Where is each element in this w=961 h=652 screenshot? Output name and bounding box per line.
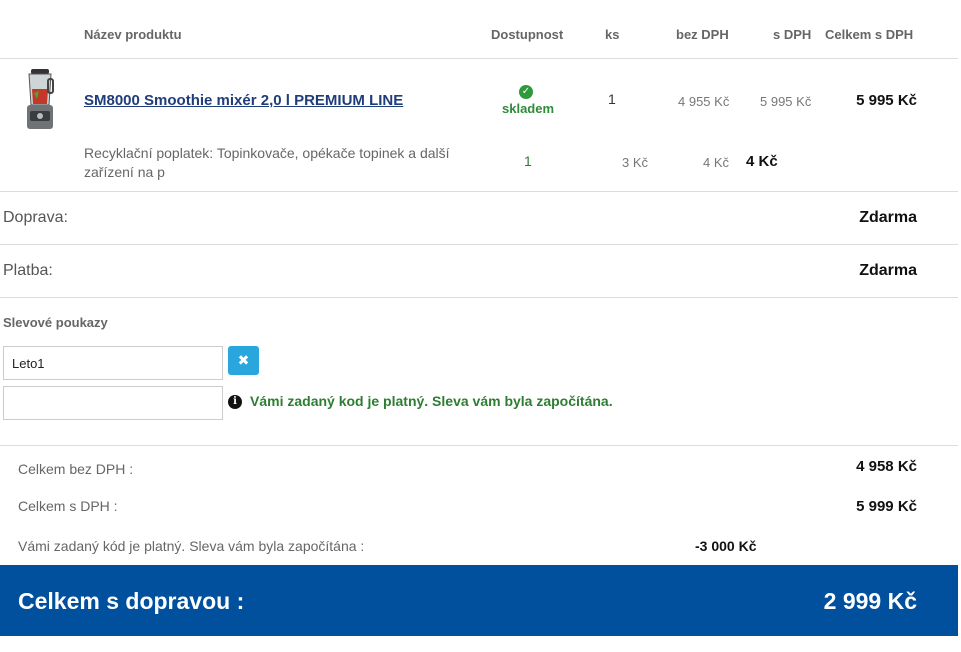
voucher-section-title: Slevové poukazy — [3, 315, 108, 330]
payment-label: Platba: — [3, 262, 53, 279]
recycling-fee-qty: 1 — [524, 153, 532, 169]
header-availability: Dostupnost — [491, 27, 564, 42]
product-qty: 1 — [608, 91, 616, 107]
shipping-divider — [0, 244, 958, 245]
shipping-label: Doprava: — [3, 209, 68, 226]
product-image[interactable] — [22, 67, 56, 131]
voucher-second-input[interactable] — [3, 386, 223, 420]
total-incl-vat-label: Celkem s DPH : — [18, 498, 118, 514]
close-icon: ✖ — [237, 352, 250, 368]
discount-label: Vámi zadaný kód je platný. Sleva vám byl… — [18, 538, 365, 554]
recycling-fee-price-excl-vat: 3 Kč — [622, 155, 649, 170]
total-incl-vat-value: 5 999 Kč — [856, 498, 917, 515]
payment-value: Zdarma — [859, 262, 917, 279]
total-excl-vat-value: 4 958 Kč — [856, 458, 917, 475]
discount-value: -3 000 Kč — [695, 538, 757, 554]
product-price-incl-vat: 5 995 Kč — [760, 94, 812, 109]
recycling-fee-price-incl-vat: 4 Kč — [703, 155, 730, 170]
product-price-excl-vat: 4 955 Kč — [678, 94, 730, 109]
voucher-code-input[interactable] — [3, 346, 223, 380]
product-total: 5 995 Kč — [856, 92, 917, 109]
header-divider — [0, 58, 958, 59]
info-icon: i — [228, 395, 242, 409]
total-excl-vat-label: Celkem bez DPH : — [18, 461, 134, 477]
header-qty: ks — [605, 27, 620, 42]
product-name-link[interactable]: SM8000 Smoothie mixér 2,0 l PREMIUM LINE — [84, 92, 403, 109]
shipping-value: Zdarma — [859, 209, 917, 226]
remove-voucher-button[interactable]: ✖ — [228, 346, 259, 375]
grand-total-value: 2 999 Kč — [823, 588, 917, 614]
product-divider — [0, 191, 958, 192]
header-price-excl-vat: bez DPH — [676, 27, 729, 42]
voucher-divider — [0, 445, 958, 446]
grand-total-label: Celkem s dopravou : — [18, 588, 245, 614]
payment-divider — [0, 297, 958, 298]
header-price-incl-vat: s DPH — [773, 27, 812, 42]
availability-status: skladem — [502, 101, 555, 116]
recycling-fee-total: 4 Kč — [746, 153, 778, 170]
recycling-fee-label: Recyklační poplatek: Topinkovače, opékač… — [84, 145, 450, 180]
voucher-success-message: Vámi zadaný kod je platný. Sleva vám byl… — [250, 393, 613, 409]
header-product-name: Název produktu — [84, 27, 182, 42]
check-circle-icon: ✓ — [519, 85, 533, 99]
header-total-incl-vat: Celkem s DPH — [825, 27, 914, 42]
